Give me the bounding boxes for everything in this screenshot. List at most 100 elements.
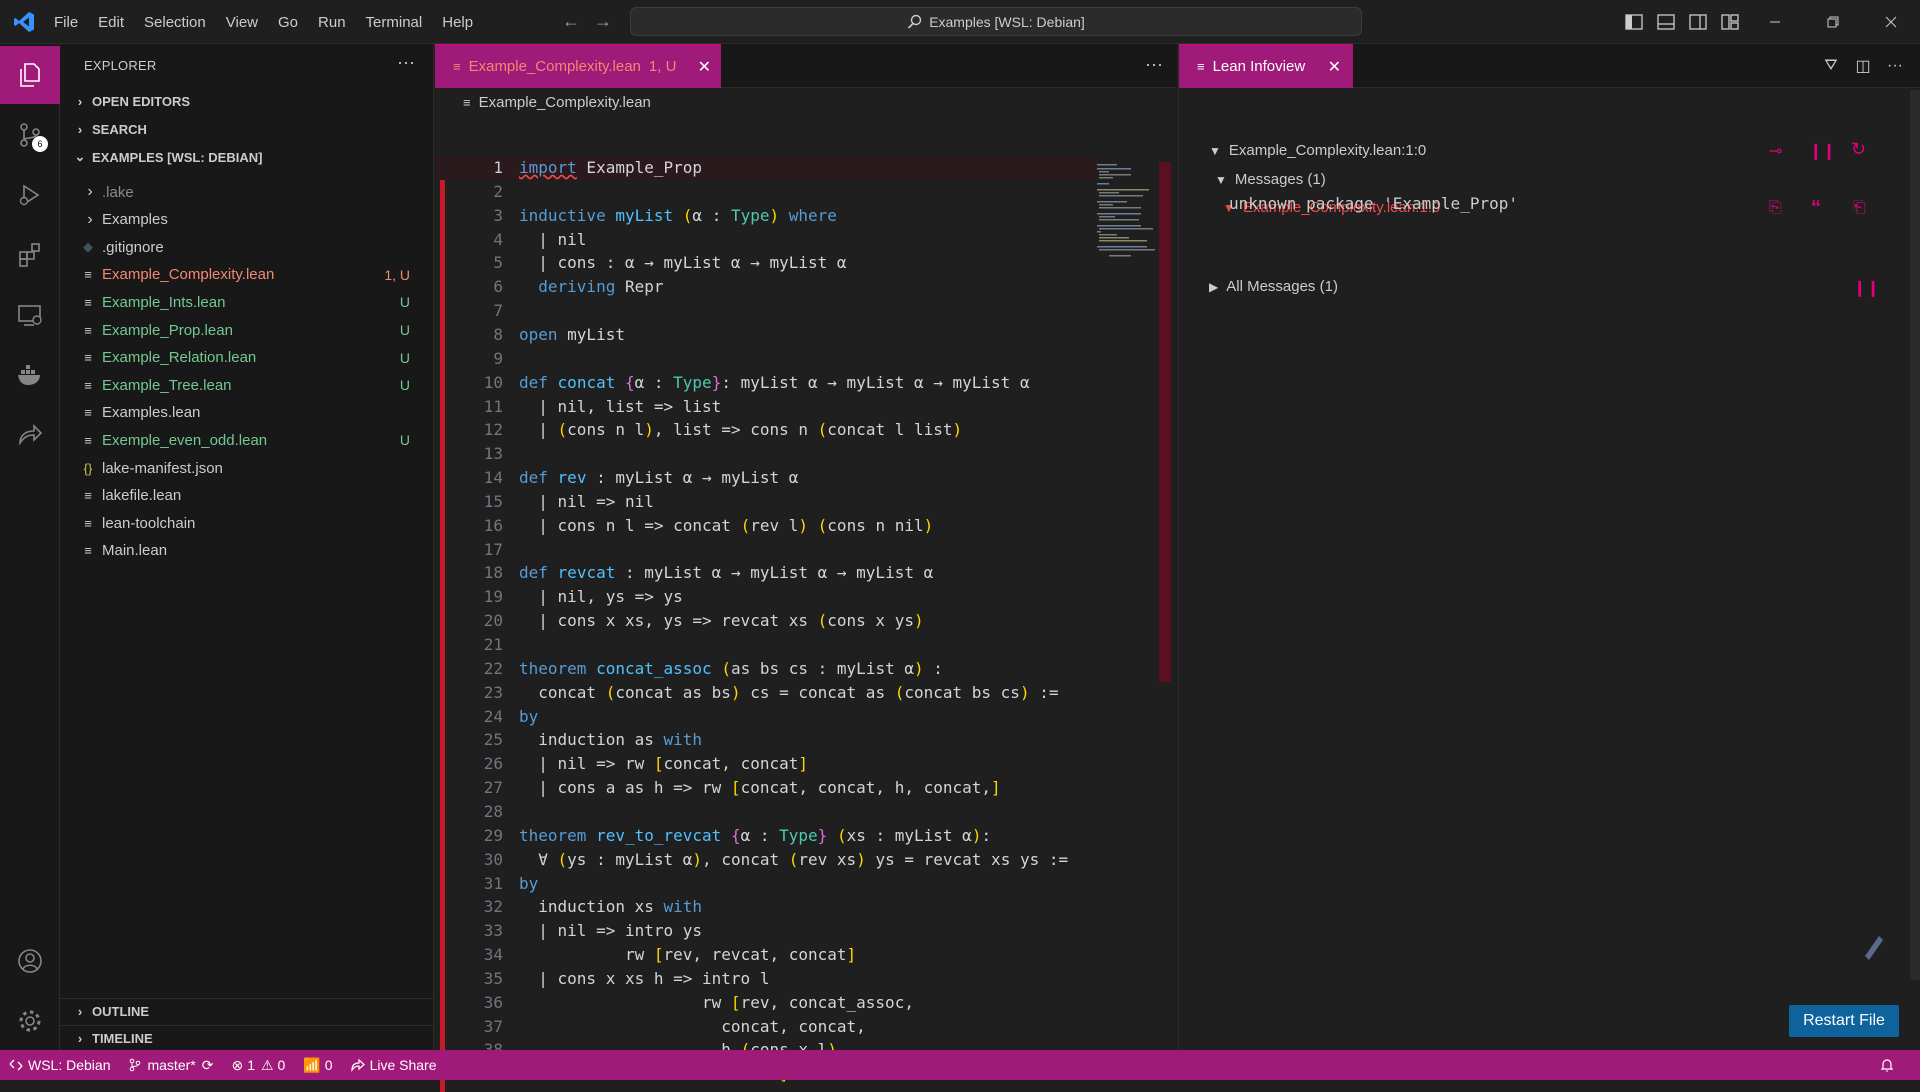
triangle-right-icon: ▶ [1209,279,1219,294]
menu-file[interactable]: File [44,14,88,31]
extensions-icon[interactable] [0,226,60,284]
ports-indicator[interactable]: 📶 0 [294,1050,341,1080]
notifications-bell-icon[interactable] [1871,1050,1908,1080]
live-share-button[interactable]: Live Share [342,1050,446,1080]
minimize-icon[interactable] [1746,0,1804,44]
tree-item-label: Example_Ints.lean [102,293,226,311]
menu-terminal[interactable]: Terminal [356,14,433,31]
more-actions-icon[interactable]: ··· [397,52,415,73]
tree-item[interactable]: › Examples [60,206,434,234]
command-center-label: Examples [WSL: Debian] [929,13,1085,30]
code-area[interactable]: 1 import Example_Prop 2 3 inductive myList (… [435,156,1177,1083]
toggle-panel-icon[interactable] [1650,0,1682,44]
section-open-editors[interactable]: › OPEN EDITORS [60,88,434,114]
menu-edit[interactable]: Edit [88,14,134,31]
problems-indicator[interactable]: ⊗ 1 ⚠ 0 [222,1050,294,1080]
refresh-icon[interactable]: ↻ [1851,139,1866,160]
tree-item[interactable]: › .lake [60,178,434,206]
code-line: 5 | cons : α → myList α → myList α [435,251,1095,275]
forward-arrow-icon[interactable]: → [594,11,612,32]
line-number: 12 [483,420,503,440]
all-messages-row[interactable]: ▶ All Messages (1) [1209,278,1338,295]
line-number: 20 [483,611,503,631]
tree-item[interactable]: {} lake-manifest.json [60,454,434,482]
live-share-icon[interactable] [0,406,60,464]
tree-item[interactable]: ≡ Exemple_even_odd.lean U [60,426,434,454]
go-to-file-icon[interactable]: ⎘ [1769,199,1782,217]
section-search[interactable]: › SEARCH [60,116,434,142]
messages-row[interactable]: ▼ Messages (1) [1215,171,1326,188]
copilot-icon[interactable] [1859,932,1889,962]
tree-item[interactable]: ≡ Main.lean [60,537,434,565]
minimap-lines [1097,164,1155,257]
quote-icon[interactable]: “ [1811,197,1821,220]
breadcrumb[interactable]: ≡ Example_Complexity.lean [463,94,651,111]
code-line: 25 induction as with [435,728,1095,752]
section-workspace[interactable]: ⌄ EXAMPLES [WSL: DEBIAN] [60,144,434,170]
run-debug-icon[interactable] [0,166,60,224]
tab-example-complexity[interactable]: ≡ Example_Complexity.lean 1, U ✕ [435,44,721,88]
docker-icon[interactable] [0,346,60,404]
explorer-icon[interactable] [0,46,60,104]
tree-item[interactable]: ◆ .gitignore [60,233,434,261]
close-window-icon[interactable] [1862,0,1920,44]
line-number: 27 [483,778,503,798]
filter-icon[interactable]: ⛛ [1815,57,1847,75]
explorer-sidebar: EXPLORER ··· › OPEN EDITORS › SEARCH ⌄ EXAM… [60,44,434,1050]
remote-indicator[interactable]: WSL: Debian [0,1050,119,1080]
infoview-more-actions-icon[interactable]: ··· [1879,57,1911,75]
customize-layout-icon[interactable] [1714,0,1746,44]
menu-go[interactable]: Go [268,14,308,31]
editor-more-actions-icon[interactable]: ··· [1145,54,1163,75]
close-infoview-tab-icon[interactable]: ✕ [1328,57,1341,77]
menu-help[interactable]: Help [432,14,483,31]
code-line: 6 deriving Repr [435,275,1095,299]
code-line-text: theorem rev_to_revcat {α : Type} (xs : m… [519,825,992,845]
tree-item[interactable]: ≡ lean-toolchain [60,509,434,537]
minimap[interactable] [1095,162,1159,262]
restart-file-button[interactable]: Restart File [1789,1005,1899,1037]
menu-selection[interactable]: Selection [134,14,216,31]
remote-explorer-icon[interactable] [0,286,60,344]
tab-lean-infoview[interactable]: ≡ Lean Infoview ✕ [1179,44,1353,88]
back-arrow-icon[interactable]: ← [562,11,580,32]
code-line: 8 open myList [435,323,1095,347]
json-icon: {} [83,460,93,476]
section-timeline[interactable]: › TIMELINE [60,1025,434,1051]
tree-item[interactable]: ≡ Example_Relation.lean U [60,344,434,372]
restore-icon[interactable] [1804,0,1862,44]
close-tab-icon[interactable]: ✕ [698,57,711,77]
tree-item[interactable]: ≡ Example_Prop.lean U [60,316,434,344]
tree-item[interactable]: ≡ lakefile.lean [60,482,434,510]
toggle-secondary-sidebar-icon[interactable] [1682,0,1714,44]
tree-item[interactable]: ≡ Example_Ints.lean U [60,288,434,316]
line-number: 17 [483,539,503,559]
toggle-primary-sidebar-icon[interactable] [1618,0,1650,44]
copy-icon[interactable]: ⎗ [1853,199,1866,217]
code-line: 35 | cons x xs h => intro l [435,967,1095,991]
menu-run[interactable]: Run [308,14,356,31]
infoview-scrollbar[interactable] [1910,90,1920,980]
tree-item[interactable]: ≡ Examples.lean [60,399,434,427]
line-number: 9 [493,348,503,368]
editor-scrollbar[interactable] [1159,162,1171,682]
infoview-location-row[interactable]: ▼ Example_Complexity.lean:1:0 [1209,142,1426,159]
code-line: 13 [435,442,1095,466]
sync-icon[interactable]: ⟳ [202,1057,214,1074]
section-outline[interactable]: › OUTLINE [60,998,434,1024]
pin-icon[interactable]: ⊸ [1769,141,1782,161]
settings-gear-icon[interactable] [0,992,60,1050]
split-editor-icon[interactable]: ◫ [1847,56,1879,76]
file-icon: ≡ [84,350,92,366]
accounts-icon[interactable] [0,932,60,990]
sidebar-title: EXPLORER [84,58,157,73]
pause-icon[interactable]: ❙❙ [1809,141,1836,161]
branch-indicator[interactable]: master* ⟳ [119,1050,222,1080]
command-center[interactable]: Examples [WSL: Debian] [630,7,1362,36]
tree-item[interactable]: ≡ Example_Complexity.lean 1, U [60,261,434,289]
source-control-icon[interactable]: 6 [0,106,60,164]
tree-item-status: U [399,294,410,311]
pause-icon[interactable]: ❙❙ [1853,278,1880,298]
menu-view[interactable]: View [216,14,268,31]
tree-item[interactable]: ≡ Example_Tree.lean U [60,371,434,399]
